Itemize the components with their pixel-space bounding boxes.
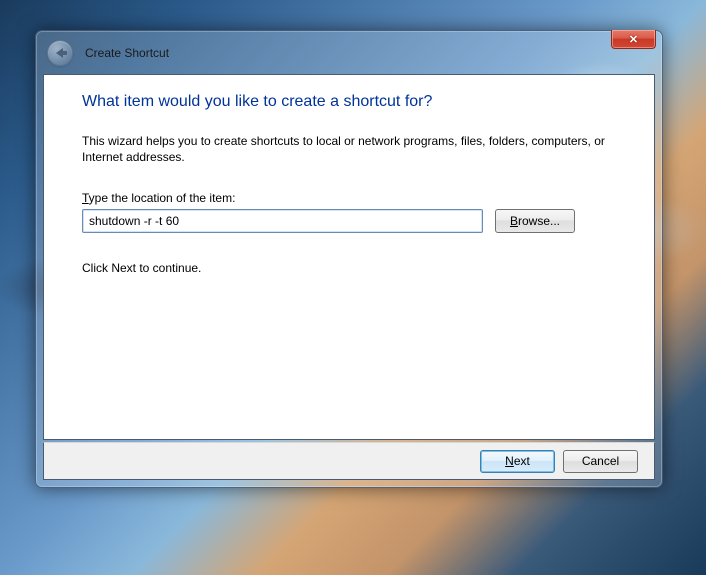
back-arrow-icon [56, 48, 63, 58]
wizard-title: Create Shortcut [85, 46, 169, 60]
next-button[interactable]: Next [480, 450, 555, 473]
titlebar-controls: ✕ [611, 30, 656, 49]
location-label: Type the location of the item: [82, 191, 616, 205]
close-icon: ✕ [629, 33, 638, 46]
cancel-button[interactable]: Cancel [563, 450, 638, 473]
browse-button[interactable]: Browse... [495, 209, 575, 233]
close-button[interactable]: ✕ [611, 30, 656, 49]
back-button[interactable] [47, 40, 73, 66]
location-row: Browse... [82, 209, 616, 233]
nav-area: Create Shortcut [43, 38, 655, 68]
page-heading: What item would you like to create a sho… [82, 93, 616, 111]
content-panel: What item would you like to create a sho… [43, 74, 655, 440]
content-inner: What item would you like to create a sho… [44, 75, 654, 285]
page-description: This wizard helps you to create shortcut… [82, 133, 616, 165]
footer: Next Cancel [43, 442, 655, 480]
wizard-window: ✕ Create Shortcut What item would you li… [35, 30, 663, 488]
continue-text: Click Next to continue. [82, 261, 616, 275]
location-input[interactable] [82, 209, 483, 233]
